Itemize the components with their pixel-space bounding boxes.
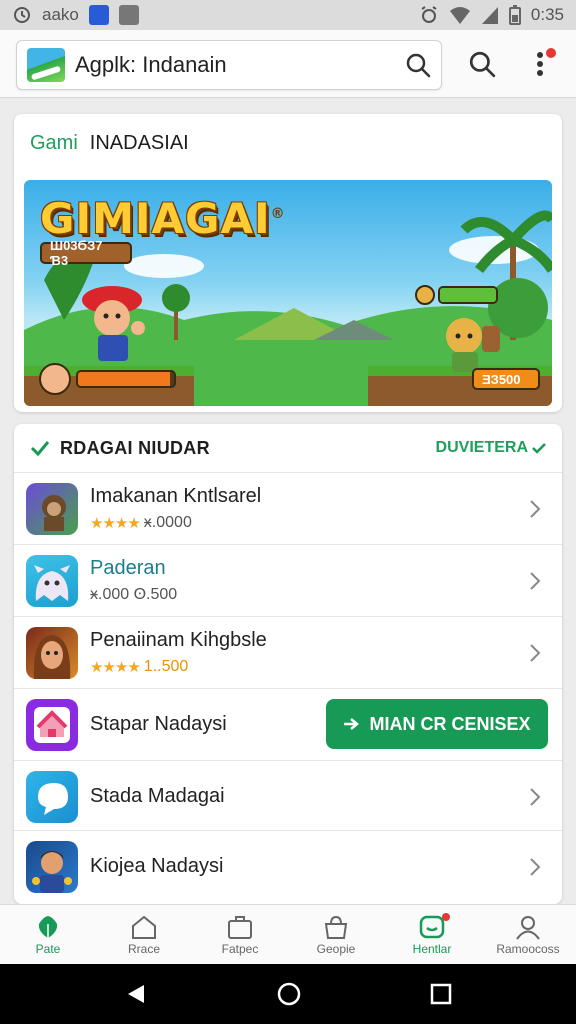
featured-card: Gami INADASIAI GIMIAGAI® Ш03ϬЗ7 Ɓ3 ƎЗ500 [14,114,562,412]
tab-geopie[interactable]: Geopie [288,905,384,964]
bag-icon [324,915,348,939]
search-icon [469,51,496,78]
game-monkey-icon [26,482,78,535]
see-more-label: DUVIETERA [435,439,528,456]
list-header: RDAGAI NIUDAR DUVIETERA [14,424,562,472]
search-icon[interactable] [405,52,431,78]
featured-label-green: Gami [30,132,78,154]
more-vert-icon [537,52,543,76]
tab-pate[interactable]: Pate [0,905,96,964]
hero-avatar-icon [39,363,71,395]
system-navigation-bar [0,964,576,1024]
game-hero-icon [26,626,78,679]
see-more-link[interactable]: DUVIETERA [436,439,546,457]
install-button-label: MIAN CR CENISEX [369,713,531,734]
tab-ramoocoss[interactable]: Ramoocoss [480,905,576,964]
banner-score-right: ƎЗ500 [472,368,540,390]
list-item[interactable]: Kiojea Nadaysi [14,830,562,902]
leaf-icon [38,915,58,938]
wifi-icon [449,7,470,24]
banner-title: GIMIAGAI® [40,194,286,243]
more-options-button[interactable] [518,42,562,86]
featured-header: Gami INADASIAI [30,132,189,155]
status-bar: aako 0:35 [0,0,576,30]
list-item-meta: ӿ.000 ʘ.500 [90,586,178,603]
app-list-card: RDAGAI NIUDAR DUVIETERA Imakanan Kntlsar… [14,424,562,904]
signal-icon [481,7,498,24]
house-outline-icon [132,915,156,939]
list-item[interactable]: Imakanan Kntlsarel ★★★★ ӿ.0000 [14,472,562,544]
chevron-right-icon [530,643,541,662]
enemy-health-bar [414,284,498,306]
notification-app-icon [88,5,109,25]
back-icon[interactable] [124,982,148,1006]
tab-hentlar[interactable]: Hentlar [384,905,480,964]
chevron-right-icon [530,499,541,518]
banner-score-left: Ш03ϬЗ7 Ɓ3 [40,238,132,268]
app-bar: Agplk: Indanain [0,30,576,98]
home-app-icon [26,698,78,751]
tab-label: Ramoocoss [496,941,560,956]
status-left-text: aako [42,5,79,24]
list-item[interactable]: Stapar Nadaysi MIAN CR CENISEX [14,688,562,760]
list-item[interactable]: Penaiinam Kihgbsle ★★★★ 1..500 [14,616,562,688]
person-icon [516,915,540,940]
list-title: RDAGAI NIUDAR [60,437,210,458]
featured-label: INADASIAI [89,132,189,154]
list-item-name: Penaiinam Kihgbsle [90,629,267,651]
list-item-meta: ӿ.0000 [143,514,192,531]
chevron-right-icon [530,857,541,876]
status-time: 0:35 [530,5,564,24]
chevron-right-icon [530,571,541,590]
game-character-icon [26,840,78,893]
tab-label: Rrace [127,941,160,956]
game-ghost-icon [26,554,78,607]
enemy-health-bar-track [438,286,498,304]
list-item-name: Stada Madagai [90,785,225,807]
search-button[interactable] [460,42,504,86]
check-icon [30,441,50,456]
search-text[interactable]: Agplk: Indanain [75,52,405,78]
list-item-name: Imakanan Kntlsarel [90,485,262,507]
check-small-icon [532,443,546,454]
rating-stars: ★★★★ [90,515,141,532]
list-item[interactable]: Stada Madagai [14,760,562,832]
briefcase-icon [228,915,252,939]
install-button[interactable]: MIAN CR CENISEX [326,699,548,749]
list-item[interactable]: Paderan ӿ.000 ʘ.500 [14,544,562,616]
tab-label: Hentlar [412,941,452,956]
alarm-clock-icon [421,6,437,23]
notification-badge [546,48,556,58]
tab-rrace[interactable]: Rrace [96,905,192,964]
home-icon[interactable] [276,981,302,1007]
alarm-icon [14,7,30,23]
search-bar[interactable]: Agplk: Indanain [16,40,442,90]
chat-app-icon [26,770,78,823]
recents-icon[interactable] [430,983,452,1005]
notification-photo-icon [118,5,139,25]
tab-notification-dot [442,913,450,921]
tab-fatpec[interactable]: Fatpec [192,905,288,964]
rating-stars: ★★★★ [90,659,141,676]
list-item-name: Kiojea Nadaysi [90,855,224,877]
tab-label: Pate [35,941,61,956]
app-logo-icon [27,48,65,82]
list-item-meta: 1..500 [143,658,189,675]
tab-label: Fatpec [221,941,259,956]
featured-banner[interactable]: GIMIAGAI® Ш03ϬЗ7 Ɓ3 ƎЗ500 [24,180,552,406]
tab-label: Geopie [316,941,356,956]
battery-icon [508,5,521,25]
bottom-navigation: Pate Rrace Fatpec Geopie Hentlar Ramooco… [0,904,576,964]
hero-health-bar [38,362,176,396]
hero-health-bar-track [76,370,176,388]
enemy-avatar-icon [415,285,435,305]
arrow-right-icon [344,718,360,730]
hero-character-icon [82,286,145,361]
chevron-right-icon [530,787,541,806]
list-item-name: Paderan [90,557,166,579]
